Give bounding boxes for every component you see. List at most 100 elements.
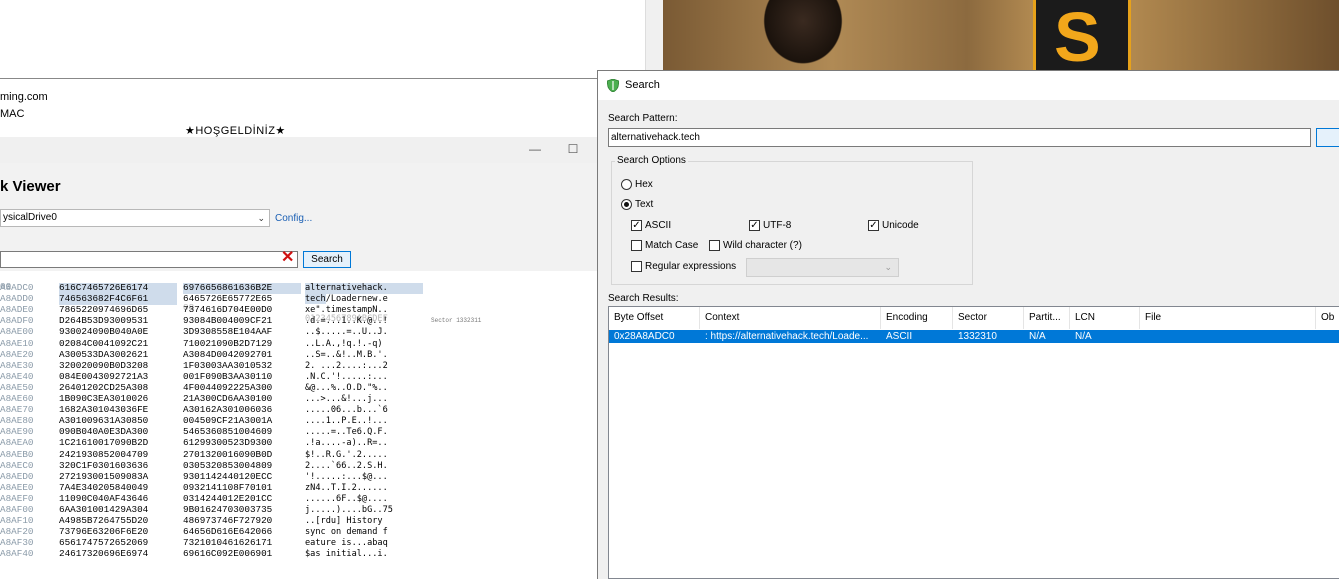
hex-header-row: 00 00 08 0123456789ABCDEF — [0, 271, 388, 324]
hex-offset: A8AF20 — [0, 527, 34, 538]
hex-bytes-2: 64656D616E642066 — [183, 526, 273, 538]
hex-bytes-2: 69616C092E006901 — [183, 548, 273, 560]
hex-bytes-2: 0932141108F70101 — [183, 481, 273, 493]
hex-bytes-2: A3084D0042092701 — [183, 348, 273, 360]
hex-offset: A8ADE0 — [0, 305, 34, 316]
welcome-text: ★HOŞGELDİNİZ★ — [185, 125, 286, 137]
chevron-down-icon: ⌄ — [884, 262, 892, 272]
col-header-partition[interactable]: Partit... — [1024, 307, 1070, 329]
hex-bytes-1: 930024090B040A0E — [59, 326, 149, 338]
hex-bytes-2: 21A300CD6AA30100 — [183, 393, 273, 404]
regex-combo[interactable]: ⌄ — [746, 258, 899, 277]
match-case-checkbox[interactable] — [631, 240, 642, 251]
hex-offset: A8AE80 — [0, 416, 34, 427]
hex-bytes-2: 61299300523D9300 — [183, 437, 273, 449]
result-encoding: ASCII — [886, 331, 913, 342]
hex-ascii: .....=..Te6.Q.F. — [305, 427, 388, 438]
minimize-button[interactable]: — — [528, 142, 542, 156]
hex-ascii: ..L.A.,!q.!.-q) — [305, 338, 383, 349]
hex-ascii: alternativehack. — [305, 283, 423, 294]
hex-ascii: xe".timestampN.. — [305, 305, 388, 316]
hex-ascii: .d.=...1..K.@..! — [305, 316, 388, 327]
hex-ascii: zN4..T.I.2...... — [305, 482, 388, 493]
utf8-checkbox-label: UTF-8 — [763, 220, 792, 231]
hex-offset: A8AED0 — [0, 471, 34, 482]
hex-bytes-1: 084E0043092721A3 — [59, 370, 149, 382]
ascii-checkbox[interactable]: ✓ — [631, 220, 642, 231]
hex-radio-label: Hex — [635, 179, 653, 190]
hex-bytes-2: 93084B004009CF21 — [183, 315, 273, 327]
col-header-encoding[interactable]: Encoding — [881, 307, 953, 329]
hex-ascii: ......6F..$@.... — [305, 493, 388, 504]
clear-search-icon[interactable]: ✕ — [281, 249, 294, 267]
hex-bytes-2: 0305320853004809 — [183, 459, 273, 471]
maximize-button[interactable]: ☐ — [566, 142, 580, 156]
hex-bytes-1: 73796E63206F6E20 — [59, 526, 149, 538]
result-lcn: N/A — [1075, 331, 1092, 342]
unicode-checkbox-label: Unicode — [882, 220, 919, 231]
hex-bytes-1: 02084C0041092C21 — [59, 337, 149, 349]
banner-image: S — [663, 0, 1339, 70]
sector-label: Sector 1332311 — [431, 317, 482, 325]
hex-radio[interactable] — [621, 179, 632, 190]
pattern-browse-button[interactable] — [1316, 128, 1339, 147]
hex-ascii: .!a....-a)..R=.. — [305, 438, 388, 449]
text-radio[interactable] — [621, 199, 632, 210]
col-header-lcn[interactable]: LCN — [1070, 307, 1140, 329]
hex-bytes-1: 7A4E340205840049 — [59, 481, 149, 493]
hex-ascii: 2. ...2....:...2 — [305, 360, 388, 371]
page-scrollbar[interactable] — [645, 0, 664, 70]
ascii-checkbox-label: ASCII — [645, 220, 672, 231]
hex-bytes-2: 001F090B3AA30110 — [183, 370, 273, 382]
hex-bytes-2: A30162A301006036 — [183, 404, 273, 416]
wildcard-checkbox[interactable] — [709, 240, 720, 251]
hex-bytes-1: 2421930852004709 — [59, 448, 149, 460]
result-byte-offset: 0x28A8ADC0 — [614, 331, 675, 342]
hex-ascii: .N.C.'!.....:... — [305, 371, 388, 382]
hex-offset: A8AF30 — [0, 538, 34, 549]
hex-bytes-2: 1F03003AA3010532 — [183, 359, 273, 371]
hex-bytes-2: 7321010461626171 — [183, 537, 273, 549]
hex-bytes-1: A301009631A30850 — [59, 415, 149, 427]
hex-bytes-1: 24617320696E6974 — [59, 548, 149, 560]
unicode-checkbox[interactable]: ✓ — [868, 220, 879, 231]
search-results-table[interactable]: Byte Offset Context Encoding Sector Part… — [608, 306, 1339, 579]
hex-offset: A8AEC0 — [0, 460, 34, 471]
hex-offset: A8AE90 — [0, 427, 34, 438]
drive-select[interactable]: ysicalDrive0 ⌄ — [0, 209, 270, 227]
col-header-extra[interactable]: Ob — [1316, 307, 1339, 329]
result-context: : https://alternativehack.tech/Loade... — [705, 331, 869, 342]
disk-viewer-window: — ☐ k Viewer ysicalDrive0 ⌄ Config... ✕ … — [0, 137, 597, 578]
disk-viewer-body: k Viewer ysicalDrive0 ⌄ Config... ✕ Sear… — [0, 163, 597, 578]
col-header-file[interactable]: File — [1140, 307, 1316, 329]
hex-search-input[interactable] — [0, 251, 298, 268]
hex-bytes-2: 004509CF21A3001A — [183, 415, 273, 427]
hex-ascii: ..$.....=..U..J. — [305, 327, 388, 338]
search-button[interactable]: Search — [303, 251, 351, 268]
hex-ascii: ...>...&!...j... — [305, 394, 388, 404]
hex-bytes-1: 616C7465726E6174 — [59, 282, 177, 294]
result-row[interactable]: 0x28A8ADC0 : https://alternativehack.tec… — [609, 330, 1339, 343]
col-header-context[interactable]: Context — [700, 307, 881, 329]
hex-bytes-1: A300533DA3002621 — [59, 348, 149, 360]
hex-ascii: ....1..P.E..!... — [305, 416, 388, 427]
hex-ascii: eature is...abaq — [305, 538, 388, 549]
col-header-sector[interactable]: Sector — [953, 307, 1024, 329]
utf8-checkbox[interactable]: ✓ — [749, 220, 760, 231]
divider — [0, 78, 597, 79]
hex-offset: A8ADF0 — [0, 316, 34, 327]
col-header-byte-offset[interactable]: Byte Offset — [609, 307, 700, 329]
ascii-highlight: tech — [305, 294, 326, 305]
config-link[interactable]: Config... — [275, 213, 312, 224]
regex-checkbox[interactable] — [631, 261, 642, 272]
hex-ascii: j.....)....bG..75 — [305, 505, 393, 515]
hex-offset: A8AF40 — [0, 549, 34, 560]
hex-ascii: &@...%..O.D."%.. — [305, 382, 388, 393]
hex-ascii: ..S=..&!..M.B.'. — [305, 349, 388, 360]
hex-bytes-1: 320C1F0301603636 — [59, 459, 149, 471]
background-page — [0, 0, 645, 78]
chevron-down-icon: ⌄ — [257, 213, 265, 223]
wildcard-label: Wild character (?) — [723, 240, 802, 251]
search-pattern-input[interactable]: alternativehack.tech — [608, 128, 1311, 147]
hex-grid[interactable]: 00 00 08 0123456789ABCDEF A8ADC0 616C7465… — [0, 271, 597, 578]
